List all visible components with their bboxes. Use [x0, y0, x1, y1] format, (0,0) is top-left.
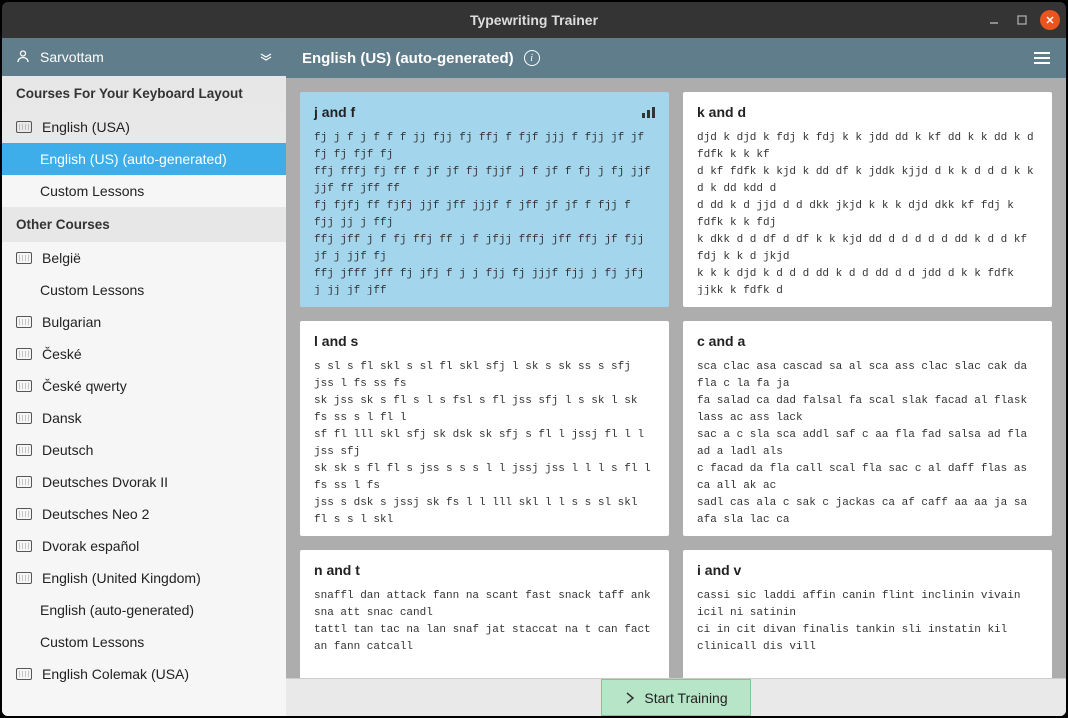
keyboard-icon [16, 316, 32, 328]
sidebar-item-label: Bulgarian [42, 314, 101, 330]
sidebar-item[interactable]: České qwerty [2, 370, 286, 402]
main-title: English (US) (auto-generated) [302, 50, 514, 67]
keyboard-icon [16, 476, 32, 488]
keyboard-icon [16, 444, 32, 456]
lesson-title: i and v [697, 562, 741, 578]
sidebar-item[interactable]: Custom Lessons [2, 626, 286, 658]
keyboard-icon [16, 572, 32, 584]
lesson-text: s sl s fl skl s sl fl skl sfj l sk s sk … [314, 359, 655, 524]
sidebar-item[interactable]: České [2, 338, 286, 370]
sidebar-item-label: Deutsches Neo 2 [42, 506, 149, 522]
keyboard-icon [16, 412, 32, 424]
sidebar-item[interactable]: English (United Kingdom) [2, 562, 286, 594]
sidebar-item-label: English (USA) [42, 119, 130, 135]
lesson-text: sca clac asa cascad sa al sca ass clac s… [697, 359, 1038, 524]
sidebar-item-label: English (US) (auto-generated) [40, 151, 227, 167]
lesson-title: j and f [314, 104, 355, 120]
minimize-button[interactable] [984, 10, 1004, 30]
sidebar: Sarvottam Courses For Your Keyboard Layo… [2, 38, 286, 716]
lesson-title: k and d [697, 104, 746, 120]
maximize-button[interactable] [1012, 10, 1032, 30]
main-panel: English (US) (auto-generated) i j and f f… [286, 38, 1066, 716]
info-icon[interactable]: i [524, 50, 540, 66]
keyboard-icon [16, 540, 32, 552]
sidebar-item-label: English (auto-generated) [40, 602, 194, 618]
sidebar-item[interactable]: Dvorak español [2, 530, 286, 562]
sidebar-item-label: Custom Lessons [40, 634, 144, 650]
lesson-card[interactable]: k and d djd k djd k fdj k fdj k k jdd dd … [683, 92, 1052, 307]
sidebar-item[interactable]: Deutsches Dvorak II [2, 466, 286, 498]
sidebar-item[interactable]: English (US) (auto-generated) [2, 143, 286, 175]
titlebar: Typewriting Trainer [2, 2, 1066, 38]
sidebar-item-label: České qwerty [42, 378, 127, 394]
sidebar-item[interactable]: English Colemak (USA) [2, 658, 286, 690]
keyboard-icon [16, 252, 32, 264]
sidebar-item[interactable]: Bulgarian [2, 306, 286, 338]
sidebar-item-label: České [42, 346, 82, 362]
sidebar-item-label: English Colemak (USA) [42, 666, 189, 682]
sidebar-item-label: Dansk [42, 410, 82, 426]
lesson-card[interactable]: n and t snaffl dan attack fann na scant f… [300, 550, 669, 678]
lesson-title: n and t [314, 562, 360, 578]
start-training-button[interactable]: Start Training [601, 679, 750, 716]
lesson-card[interactable]: l and s s sl s fl skl s sl fl skl sfj l s… [300, 321, 669, 536]
sidebar-item[interactable]: Deutsch [2, 434, 286, 466]
keyboard-icon [16, 380, 32, 392]
sidebar-item[interactable]: Custom Lessons [2, 274, 286, 306]
sidebar-item-label: Custom Lessons [40, 183, 144, 199]
section-header-keyboard-layout: Courses For Your Keyboard Layout [2, 76, 286, 111]
lesson-card[interactable]: c and a sca clac asa cascad sa al sca ass… [683, 321, 1052, 536]
lesson-text: djd k djd k fdj k fdj k k jdd dd k kf dd… [697, 130, 1038, 295]
bottom-bar: Start Training [286, 678, 1066, 716]
chevron-right-icon [624, 692, 636, 704]
lesson-title: c and a [697, 333, 745, 349]
main-header: English (US) (auto-generated) i [286, 38, 1066, 78]
window-title: Typewriting Trainer [12, 12, 1056, 28]
sidebar-item[interactable]: English (USA) [2, 111, 286, 143]
sidebar-item-label: Custom Lessons [40, 282, 144, 298]
profile-name: Sarvottam [40, 49, 250, 65]
lesson-text: fj j f j f f f jj fjj fj ffj f fjf jjj f… [314, 130, 655, 295]
sidebar-item[interactable]: Deutsches Neo 2 [2, 498, 286, 530]
sidebar-item-label: Dvorak español [42, 538, 139, 554]
sidebar-item-label: Deutsch [42, 442, 93, 458]
keyboard-icon [16, 121, 32, 133]
close-button[interactable] [1040, 10, 1060, 30]
sidebar-item[interactable]: België [2, 242, 286, 274]
sidebar-item[interactable]: Dansk [2, 402, 286, 434]
user-icon [16, 49, 30, 66]
sidebar-item[interactable]: Custom Lessons [2, 175, 286, 207]
keyboard-icon [16, 508, 32, 520]
sidebar-item[interactable]: English (auto-generated) [2, 594, 286, 626]
keyboard-icon [16, 348, 32, 360]
lesson-text: cassi sic laddi affin canin flint inclin… [697, 588, 1038, 656]
stats-icon [642, 107, 655, 118]
lesson-text: snaffl dan attack fann na scant fast sna… [314, 588, 655, 656]
sidebar-item-label: Deutsches Dvorak II [42, 474, 168, 490]
lesson-title: l and s [314, 333, 358, 349]
start-button-label: Start Training [644, 690, 727, 706]
section-header-other-courses: Other Courses [2, 207, 286, 242]
menu-button[interactable] [1034, 52, 1050, 64]
sidebar-item-label: English (United Kingdom) [42, 570, 201, 586]
lesson-scroll-area[interactable]: j and f fj j f j f f f jj fjj fj ffj f fj… [286, 78, 1066, 678]
profile-selector[interactable]: Sarvottam [2, 38, 286, 76]
chevron-down-icon [260, 50, 272, 64]
keyboard-icon [16, 668, 32, 680]
lesson-card[interactable]: i and v cassi sic laddi affin canin flint… [683, 550, 1052, 678]
lesson-card[interactable]: j and f fj j f j f f f jj fjj fj ffj f fj… [300, 92, 669, 307]
sidebar-item-label: België [42, 250, 81, 266]
